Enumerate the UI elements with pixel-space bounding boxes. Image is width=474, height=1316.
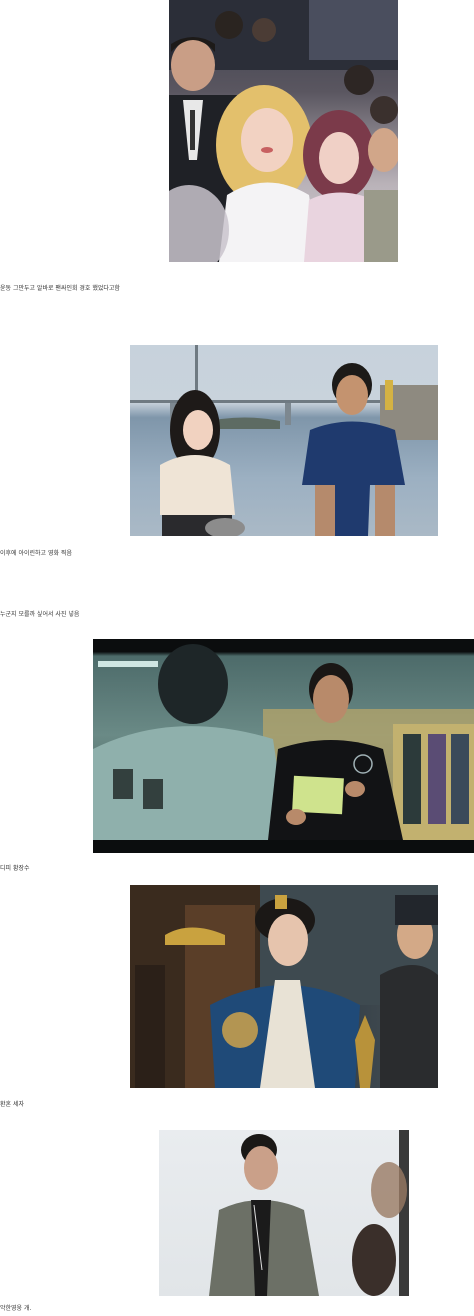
seaside-illustration [130, 345, 438, 536]
caption-movie-with-irene: 이후에 아이린하고 영화 찍음 [0, 550, 72, 557]
hero-drama-still [159, 1130, 409, 1296]
fan-sign-event-photo [169, 0, 398, 262]
locker-room-drama-still [93, 639, 474, 853]
seaside-movie-still [130, 345, 438, 536]
caption-fan-sign-security: 윤동 그만두고 알바로 팬싸인회 경호 했었다고함 [0, 285, 120, 292]
locker-room-illustration [93, 639, 474, 853]
hero-illustration [209, 1130, 409, 1296]
royal-prince-illustration [130, 885, 438, 1088]
caption-dp-role: 디피 황장수 [0, 865, 30, 872]
fan-sign-event-illustration [169, 0, 398, 262]
caption-alchemy-prince: 환혼 세자 [0, 1101, 24, 1108]
caption-villain-hero: 악한영웅 개. [0, 1305, 32, 1312]
caption-photo-note: 누군지 모를까 싶어서 사진 넣음 [0, 611, 80, 618]
royal-prince-drama-still [130, 885, 438, 1088]
